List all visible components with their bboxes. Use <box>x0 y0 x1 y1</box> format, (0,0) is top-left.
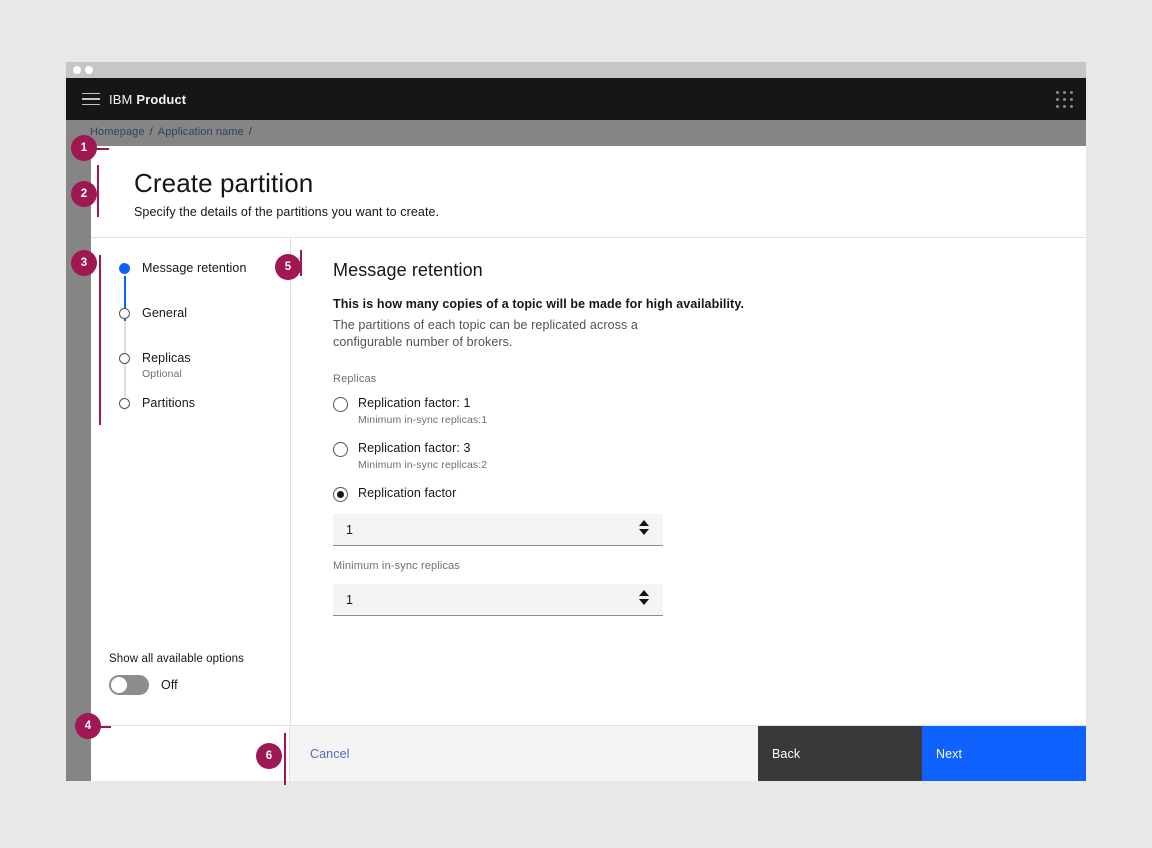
radio-helper-text: Minimum in-sync replicas:1 <box>358 414 1086 426</box>
replication-factor-input[interactable] <box>333 523 663 537</box>
annotation-badge-2: 2 <box>71 181 97 207</box>
content-heading: Message retention <box>333 260 1086 281</box>
number-stepper-icon[interactable] <box>639 590 649 605</box>
sidebar-item-label: Message retention <box>142 260 247 276</box>
annotation-badge-5: 5 <box>275 254 301 280</box>
radio-replication-factor-custom[interactable]: Replication factor <box>333 485 1086 502</box>
sidebar-item-replicas[interactable]: Replicas Optional <box>119 350 290 395</box>
annotation-leader-6 <box>284 733 286 785</box>
progress-step-icon <box>119 308 130 319</box>
annotation-badge-4: 4 <box>75 713 101 739</box>
content-description: The partitions of each topic can be repl… <box>333 317 666 351</box>
stepper-up-icon[interactable] <box>639 590 649 596</box>
sidebar-item-general[interactable]: General <box>119 305 290 350</box>
replicas-radio-group: Replication factor: 1 Minimum in-sync re… <box>333 395 1086 616</box>
annotation-badge-1: 1 <box>71 135 97 161</box>
radio-circle-icon <box>333 442 348 457</box>
toggle-knob <box>111 677 127 693</box>
sidebar-item-partitions[interactable]: Partitions <box>119 395 290 440</box>
number-input-wrapper <box>333 514 663 546</box>
radio-helper-text: Minimum in-sync replicas:2 <box>358 459 1086 471</box>
stepper-down-icon[interactable] <box>639 599 649 605</box>
modal-content: Message retention This is how many copie… <box>290 237 1086 725</box>
create-partition-modal: Create partition Specify the details of … <box>91 146 1086 781</box>
window-dot-1[interactable] <box>73 66 81 74</box>
min-insync-replicas-input[interactable] <box>333 593 663 607</box>
stepper-down-icon[interactable] <box>639 529 649 535</box>
app-header: IBM Product <box>66 78 1086 120</box>
show-all-options-label: Show all available options <box>109 653 290 665</box>
annotation-leader-2 <box>97 165 99 217</box>
radio-circle-selected-icon <box>333 487 348 502</box>
annotation-badge-6: 6 <box>256 743 282 769</box>
stepper-up-icon[interactable] <box>639 520 649 526</box>
min-insync-replicas-label: Minimum in-sync replicas <box>333 560 1086 572</box>
min-insync-replicas-field <box>333 584 663 616</box>
toggle-state-label: Off <box>161 678 178 692</box>
sidebar-item-label: Replicas <box>142 350 191 366</box>
annotation-leader-3 <box>99 255 101 425</box>
modal-footer: Cancel Back Next <box>91 725 1086 781</box>
modal-header: Create partition Specify the details of … <box>91 146 1086 237</box>
app-brand[interactable]: IBM Product <box>109 78 186 120</box>
radio-circle-icon <box>333 397 348 412</box>
sidebar-item-label: General <box>142 305 187 321</box>
sidebar-item-label: Partitions <box>142 395 195 411</box>
grid-dots-icon[interactable] <box>1056 91 1073 108</box>
annotation-badge-3: 3 <box>71 250 97 276</box>
brand-name: Product <box>136 92 186 107</box>
cancel-button[interactable]: Cancel <box>290 726 758 781</box>
back-button[interactable]: Back <box>758 726 922 781</box>
number-input-wrapper <box>333 584 663 616</box>
screenshot-stage: IBM Product Homepage / Application name … <box>0 0 1152 848</box>
sidebar-item-message-retention[interactable]: Message retention <box>119 260 290 305</box>
radio-label: Replication factor: 3 <box>358 440 471 457</box>
replicas-group-legend: Replicas <box>333 373 1086 385</box>
progress-step-icon <box>119 353 130 364</box>
show-all-options-section: Show all available options Off <box>91 653 290 725</box>
page-title: Create partition <box>134 167 1086 199</box>
toggle-track <box>109 675 149 695</box>
replication-factor-field <box>333 514 663 546</box>
sidebar-item-optional-tag: Optional <box>142 368 191 380</box>
annotation-leader-1 <box>95 148 109 150</box>
radio-label: Replication factor <box>358 485 456 502</box>
browser-window: IBM Product Homepage / Application name … <box>66 62 1086 781</box>
next-button[interactable]: Next <box>922 726 1086 781</box>
window-titlebar <box>66 62 1086 78</box>
modal-subtitle: Specify the details of the partitions yo… <box>134 205 1086 219</box>
brand-prefix: IBM <box>109 92 132 107</box>
radio-replication-factor-3[interactable]: Replication factor: 3 <box>333 440 1086 457</box>
content-lead-text: This is how many copies of a topic will … <box>333 297 1086 311</box>
modal-body: Message retention General <box>91 237 1086 725</box>
progress-indicator: Message retention General <box>91 260 290 440</box>
number-stepper-icon[interactable] <box>639 520 649 535</box>
show-all-options-toggle[interactable]: Off <box>109 675 290 695</box>
progress-step-icon <box>119 398 130 409</box>
hamburger-menu-icon[interactable] <box>76 89 106 109</box>
window-dot-2[interactable] <box>85 66 93 74</box>
radio-label: Replication factor: 1 <box>358 395 471 412</box>
modal-side-rail: Message retention General <box>91 237 290 725</box>
progress-step-icon <box>119 263 130 274</box>
radio-replication-factor-1[interactable]: Replication factor: 1 <box>333 395 1086 412</box>
